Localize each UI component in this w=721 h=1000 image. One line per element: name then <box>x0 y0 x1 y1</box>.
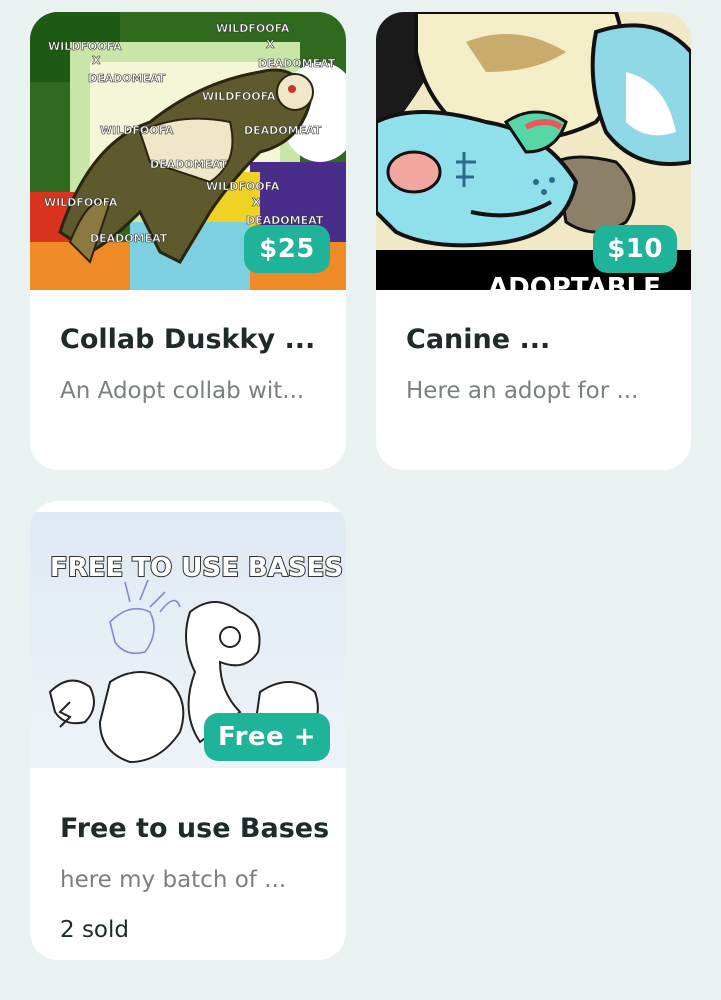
listing-description: Here an adopt for ... <box>406 378 639 404</box>
price-badge: $10 <box>593 225 677 273</box>
svg-text:WILDFOOFA: WILDFOOFA <box>44 196 118 209</box>
svg-text:WILDFOOFA: WILDFOOFA <box>206 180 280 193</box>
listing-card[interactable]: FREE TO USE BASES Free + Free to use Bas… <box>30 501 346 960</box>
svg-text:WILDFOOFA: WILDFOOFA <box>48 40 122 53</box>
svg-text:X: X <box>252 196 261 209</box>
sold-count: 2 sold <box>60 917 129 943</box>
listing-title[interactable]: Free to use Bases <box>60 813 329 844</box>
listing-title[interactable]: Canine ... <box>406 324 550 355</box>
svg-text:WILDFOOFA: WILDFOOFA <box>100 124 174 137</box>
svg-text:WILDFOOFA: WILDFOOFA <box>202 90 276 103</box>
listing-image[interactable]: WILDFOOFA X DEADOMEAT WILDFOOFA X DEADOM… <box>30 12 346 290</box>
listing-card[interactable]: WILDFOOFA X DEADOMEAT WILDFOOFA X DEADOM… <box>30 12 346 470</box>
adoptable-banner-text: ADOPTABLE <box>488 273 661 290</box>
svg-text:DEADOMEAT: DEADOMEAT <box>258 57 336 70</box>
svg-text:WILDFOOFA: WILDFOOFA <box>216 22 290 35</box>
svg-text:DEADOMEAT: DEADOMEAT <box>90 232 168 245</box>
listing-image[interactable]: FREE TO USE BASES Free + <box>30 512 346 768</box>
price-badge: Free + <box>203 713 330 761</box>
svg-text:X: X <box>92 54 101 67</box>
svg-text:DEADOMEAT: DEADOMEAT <box>244 124 322 137</box>
price-badge: $25 <box>244 225 330 273</box>
svg-text:DEADOMEAT: DEADOMEAT <box>150 158 228 171</box>
listing-description: here my batch of ... <box>60 867 287 893</box>
listing-title[interactable]: Collab Duskky ... <box>60 324 315 355</box>
listing-description: An Adopt collab wit... <box>60 378 305 404</box>
bases-banner-text: FREE TO USE BASES <box>50 553 343 583</box>
svg-text:X: X <box>266 38 275 51</box>
listing-card[interactable]: ADOPTABLE $10 Canine ... Here an adopt f… <box>376 12 691 470</box>
listing-image[interactable]: ADOPTABLE $10 <box>376 12 691 290</box>
svg-text:DEADOMEAT: DEADOMEAT <box>88 72 166 85</box>
